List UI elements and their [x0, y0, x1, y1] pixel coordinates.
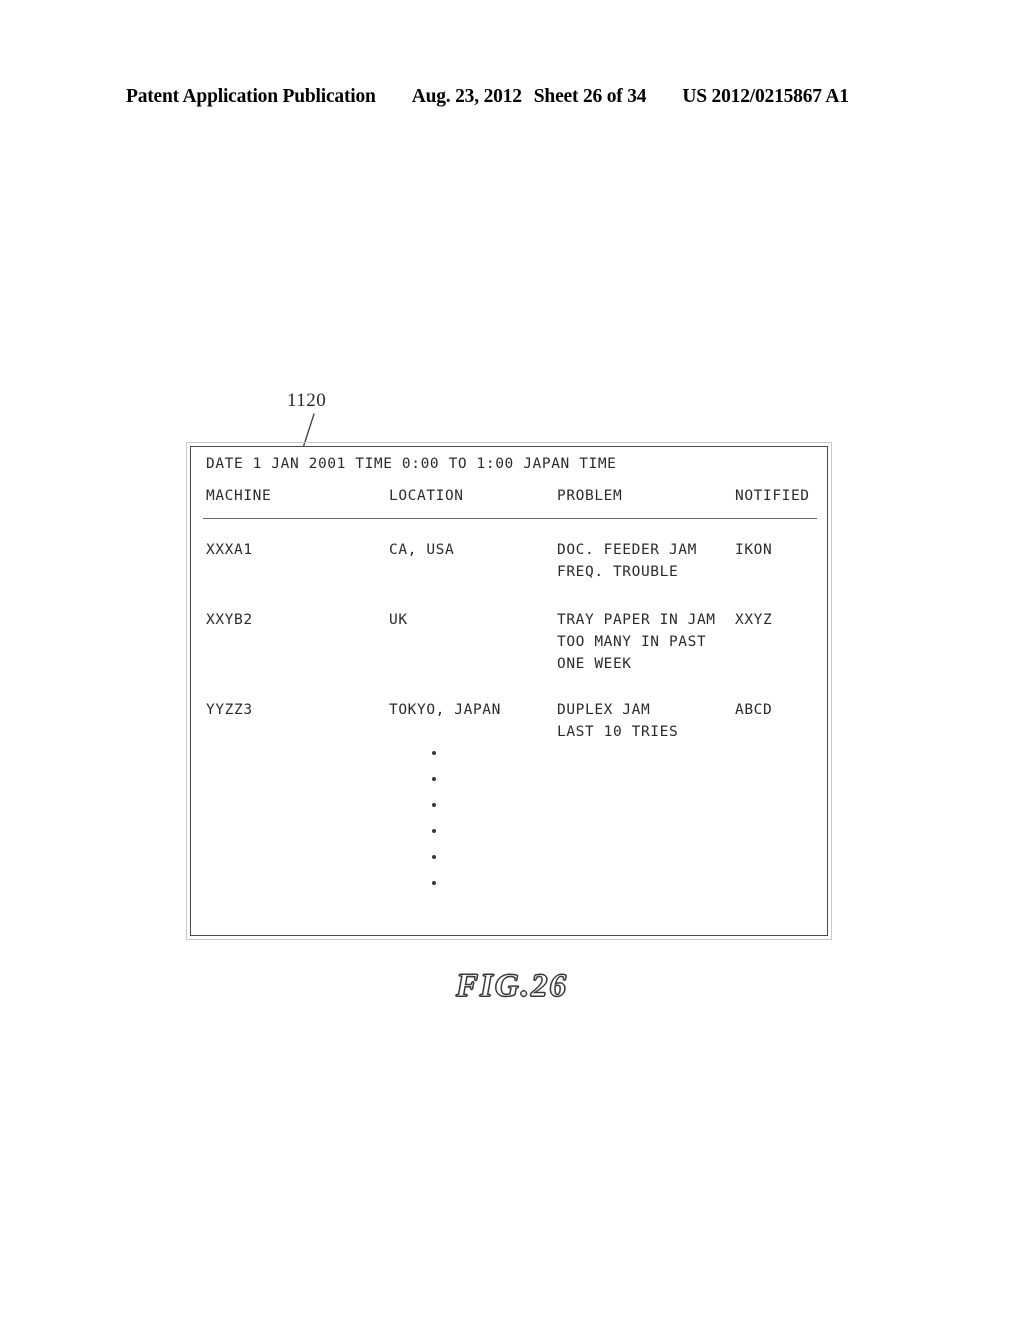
- table-row: CA, USA: [389, 542, 455, 558]
- table-row: XXXA1: [206, 542, 253, 558]
- report-screen-panel: DATE 1 JAN 2001 TIME 0:00 TO 1:00 JAPAN …: [186, 442, 832, 940]
- continuation-ellipsis: [432, 751, 444, 907]
- ellipsis-dot: [432, 829, 436, 833]
- column-header-problem: PROBLEM: [557, 488, 623, 504]
- table-row: YYZZ3: [206, 702, 253, 718]
- patent-page-header: Patent Application Publication Aug. 23, …: [126, 86, 898, 112]
- table-row: XXYB2: [206, 612, 253, 628]
- ellipsis-dot: [432, 855, 436, 859]
- reference-numeral-1120: 1120: [287, 390, 327, 411]
- problem-line: FREQ. TROUBLE: [557, 564, 679, 580]
- ellipsis-dot: [432, 803, 436, 807]
- problem-line: TRAY PAPER IN JAM: [557, 612, 716, 628]
- table-row: XXYZ: [735, 612, 773, 628]
- sheet-number: Sheet 26 of 34: [533, 86, 647, 107]
- table-row: UK: [389, 612, 408, 628]
- table-row: IKON: [735, 542, 773, 558]
- table-row: DOC. FEEDER JAM FREQ. TROUBLE: [557, 539, 697, 583]
- publication-label: Patent Application Publication: [126, 86, 376, 107]
- ellipsis-dot: [432, 777, 436, 781]
- table-row: ABCD: [735, 702, 773, 718]
- patent-number: US 2012/0215867 A1: [682, 86, 849, 107]
- figure-caption: FIG.26: [455, 967, 568, 1004]
- ellipsis-dot: [432, 751, 436, 755]
- publication-date: Aug. 23, 2012: [411, 86, 522, 107]
- column-header-location: LOCATION: [389, 488, 464, 504]
- ellipsis-dot: [432, 881, 436, 885]
- report-title-line: DATE 1 JAN 2001 TIME 0:00 TO 1:00 JAPAN …: [206, 456, 617, 472]
- problem-line: LAST 10 TRIES: [557, 724, 679, 740]
- column-header-notified: NOTIFIED: [735, 488, 810, 504]
- header-separator-rule: [203, 518, 817, 519]
- problem-line: ONE WEEK: [557, 656, 632, 672]
- problem-line: TOO MANY IN PAST: [557, 634, 707, 650]
- table-row: TOKYO, JAPAN: [389, 702, 501, 718]
- problem-line: DOC. FEEDER JAM: [557, 542, 697, 558]
- table-row: DUPLEX JAM LAST 10 TRIES: [557, 699, 678, 743]
- problem-line: DUPLEX JAM: [557, 702, 651, 718]
- column-header-machine: MACHINE: [206, 488, 272, 504]
- report-screen-content: DATE 1 JAN 2001 TIME 0:00 TO 1:00 JAPAN …: [191, 447, 827, 935]
- table-row: TRAY PAPER IN JAM TOO MANY IN PAST ONE WEE…: [557, 609, 716, 675]
